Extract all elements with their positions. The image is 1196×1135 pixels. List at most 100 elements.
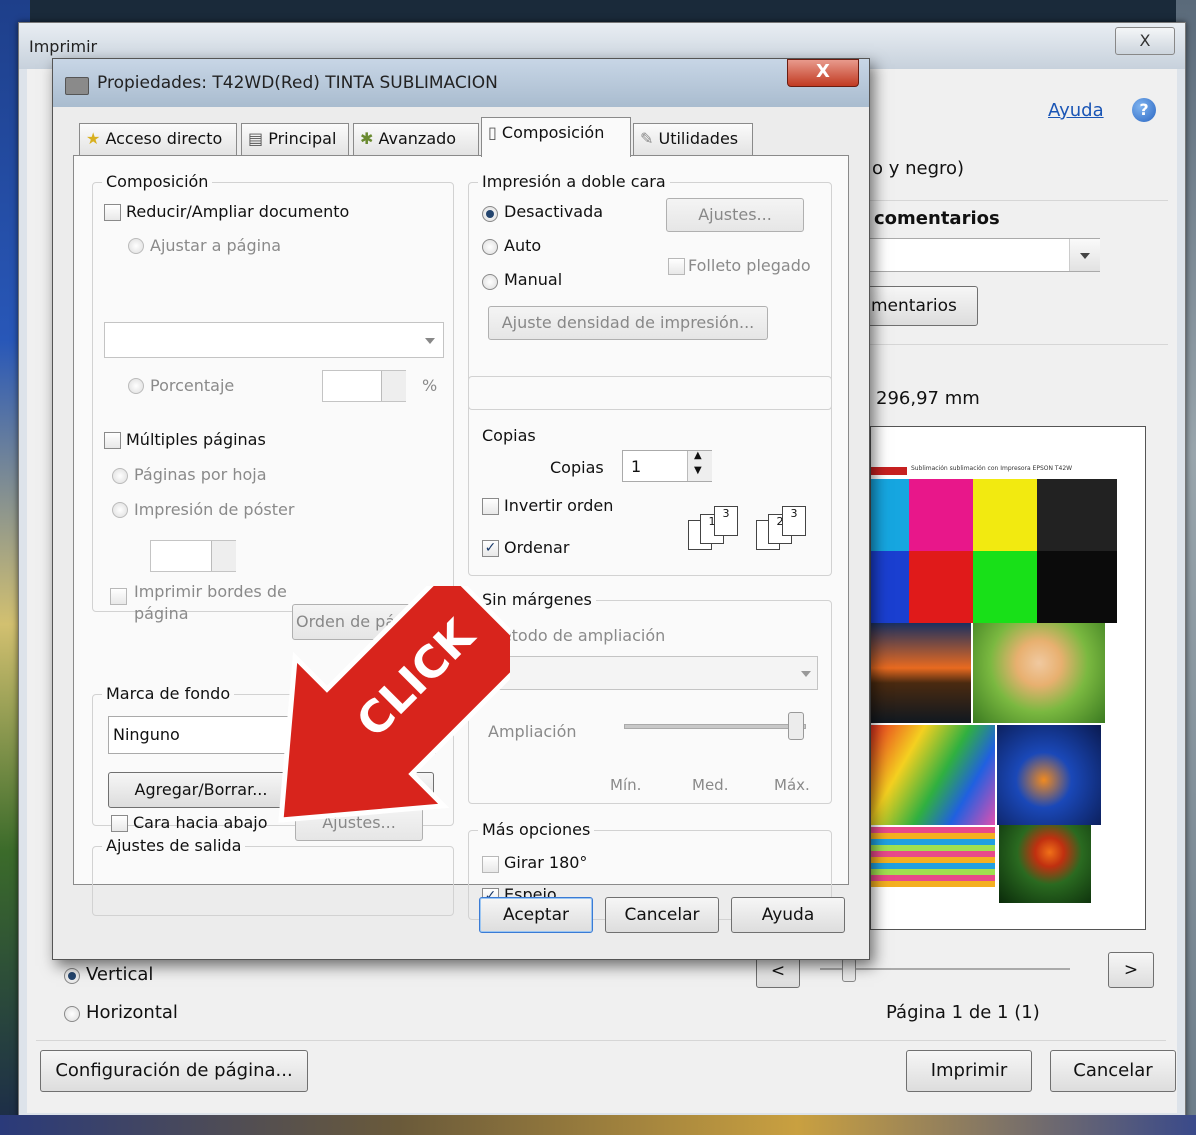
print-density-button[interactable]: Ajuste densidad de impresión... [488, 306, 768, 340]
swatch-magenta [909, 479, 973, 551]
expansion-slider-track[interactable] [624, 724, 806, 729]
page-slider-thumb[interactable] [842, 958, 856, 982]
duplex-group-label: Impresión a doble cara [478, 172, 670, 191]
chevron-down-icon [801, 671, 811, 677]
tab-label: Composición [501, 123, 605, 142]
desktop-background-bottom [0, 1115, 1196, 1135]
tab-label: Principal [268, 129, 337, 148]
multiple-pages-label: Múltiples páginas [126, 430, 266, 449]
color-mode-text: o y negro) [872, 158, 965, 179]
print-borders-checkbox[interactable] [110, 588, 127, 605]
properties-dialog-titlebar: Propiedades: T42WD(Red) TINTA SUBLIMACIO… [53, 59, 869, 107]
rotate-180-checkbox[interactable] [482, 856, 499, 873]
print-preview: Sublimación sublimación con Impresora EP… [870, 426, 1146, 930]
ok-button[interactable]: Aceptar [479, 897, 593, 933]
fit-page-label: Ajustar a página [150, 236, 282, 255]
pages-per-sheet-radio[interactable] [112, 468, 128, 484]
fit-page-combobox[interactable] [104, 322, 444, 358]
duplex-manual-radio[interactable] [482, 274, 498, 290]
preview-color-swatches [871, 479, 1117, 623]
preview-photo-child [973, 623, 1105, 723]
reduce-enlarge-checkbox[interactable] [104, 204, 121, 221]
page-slider-track[interactable] [820, 968, 1070, 970]
page-icon: ▯ [488, 123, 497, 142]
percent-spinbox[interactable] [322, 370, 406, 402]
copies-group-label: Copias [478, 426, 540, 445]
spin-buttons[interactable]: ▲ ▼ [687, 450, 712, 481]
dialog-help-button[interactable]: Ayuda [731, 897, 845, 933]
print-window-close-button[interactable]: X [1115, 27, 1175, 55]
enlargement-method-combobox[interactable] [478, 656, 818, 690]
spin-buttons[interactable] [381, 371, 406, 401]
tab-principal[interactable]: ▤ Principal [241, 123, 349, 155]
comments-button[interactable]: mentarios [866, 286, 978, 326]
preview-photo-fish [997, 725, 1101, 825]
watermark-group-label: Marca de fondo [102, 684, 235, 703]
dialog-cancel-button[interactable]: Cancelar [605, 897, 719, 933]
orientation-horizontal-radio[interactable] [64, 1006, 80, 1022]
enlargement-method-label: Método de ampliación [488, 626, 666, 645]
multiple-pages-checkbox[interactable] [104, 432, 121, 449]
help-icon[interactable]: ? [1132, 98, 1156, 122]
expansion-med-label: Med. [692, 776, 729, 794]
separator [36, 1040, 1166, 1041]
swatch-blue [871, 551, 909, 623]
poster-print-radio[interactable] [112, 502, 128, 518]
expansion-min-label: Mín. [610, 776, 642, 794]
reduce-enlarge-label: Reducir/Ampliar documento [126, 202, 350, 221]
pages-per-sheet-label: Páginas por hoja [134, 465, 267, 484]
rotate-180-label: Girar 180° [504, 853, 588, 872]
tab-avanzado[interactable]: ✱ Avanzado [353, 123, 479, 155]
reverse-order-label: Invertir orden [504, 496, 614, 515]
preview-color-bars [871, 827, 995, 887]
booklet-checkbox[interactable] [668, 258, 685, 275]
combo-button[interactable] [1069, 239, 1100, 271]
fit-page-radio[interactable] [128, 238, 144, 254]
swatch-yellow [973, 479, 1037, 551]
page-indicator: Página 1 de 1 (1) [886, 1002, 1040, 1023]
properties-close-button[interactable]: X [787, 59, 859, 87]
swatch-black [1037, 479, 1117, 551]
poster-spinbox[interactable] [150, 540, 236, 572]
gears-icon: ✱ [360, 129, 374, 148]
print-window-title: Imprimir [29, 37, 98, 56]
face-down-label: Cara hacia abajo [133, 813, 268, 832]
copies-spinbox[interactable]: 1 ▲ ▼ [622, 450, 712, 482]
chevron-down-icon [425, 338, 435, 344]
percent-radio[interactable] [128, 378, 144, 394]
duplex-off-radio[interactable] [482, 206, 498, 222]
face-down-checkbox[interactable] [111, 815, 128, 832]
next-page-button[interactable]: > [1108, 952, 1154, 988]
preview-photo-sunset [871, 623, 971, 723]
properties-dialog-title: Propiedades: T42WD(Red) TINTA SUBLIMACIO… [97, 73, 498, 93]
booklet-label: Folleto plegado [688, 256, 811, 275]
spin-up-icon: ▲ [694, 450, 702, 461]
orientation-vertical-radio[interactable] [64, 968, 80, 984]
separator [868, 344, 1168, 345]
composicion-group-label: Composición [102, 172, 213, 191]
output-settings-group-label: Ajustes de salida [102, 836, 246, 855]
comments-combobox[interactable] [868, 238, 1100, 272]
duplex-auto-radio[interactable] [482, 239, 498, 255]
print-borders-label-line2: página [134, 604, 189, 623]
reverse-order-checkbox[interactable] [482, 498, 499, 515]
percent-unit: % [422, 376, 438, 395]
page-setup-button[interactable]: Configuración de página... [40, 1050, 308, 1092]
copies-label: Copias [550, 458, 604, 477]
spin-buttons[interactable] [211, 541, 236, 571]
tab-composicion[interactable]: ▯ Composición [481, 117, 631, 157]
separator [868, 200, 1168, 201]
help-link[interactable]: Ayuda [1048, 100, 1104, 121]
duplex-settings-button[interactable]: Ajustes... [666, 198, 804, 232]
print-cancel-button[interactable]: Cancelar [1050, 1050, 1176, 1092]
collate-checkbox[interactable]: ✓ [482, 540, 499, 557]
expansion-slider-thumb[interactable] [788, 712, 804, 740]
print-button[interactable]: Imprimir [906, 1050, 1032, 1092]
tab-acceso-directo[interactable]: ★ Acceso directo [79, 123, 237, 155]
collated-pages-icon: 2 3 [756, 506, 812, 552]
swatch-green [973, 551, 1037, 623]
tab-label: Avanzado [378, 129, 457, 148]
tab-utilidades[interactable]: ✎ Utilidades [633, 123, 753, 155]
tab-label: Acceso directo [105, 129, 223, 148]
comments-header: comentarios [874, 208, 1000, 229]
